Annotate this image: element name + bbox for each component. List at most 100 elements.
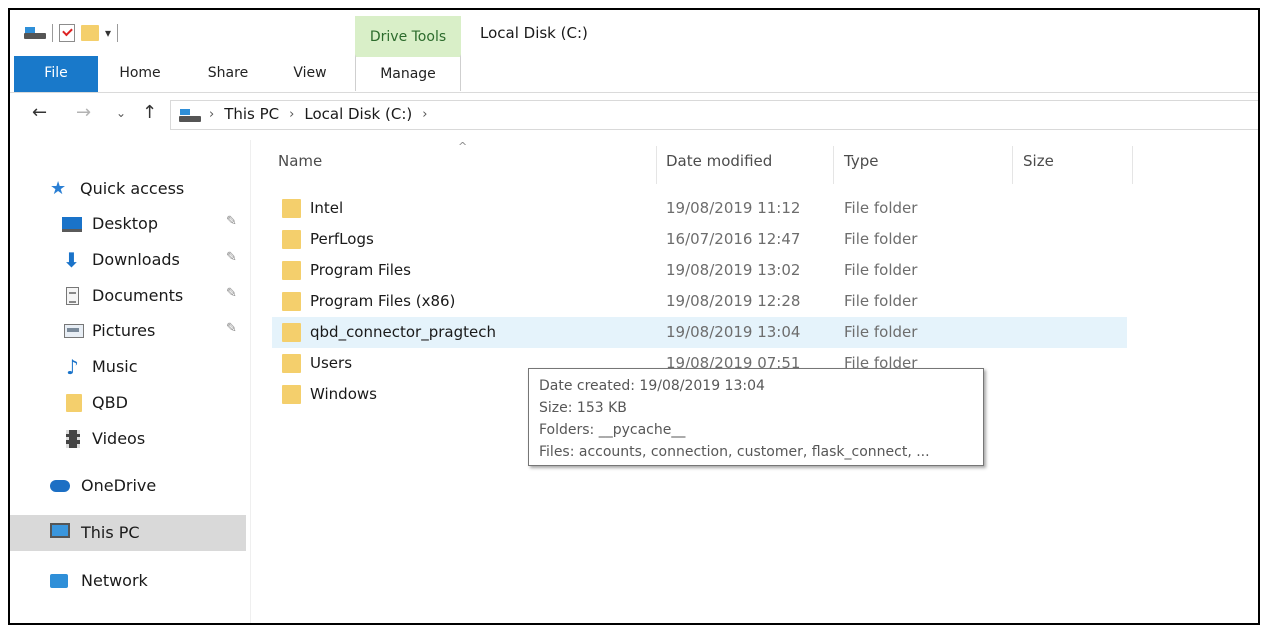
nav-item-documents[interactable]: Documents ✎ [10,280,246,312]
pin-icon[interactable]: ✎ [226,321,237,336]
file-name: Users [310,354,353,372]
tooltip-files: Files: accounts, connection, customer, f… [539,444,930,460]
new-folder-icon[interactable] [81,25,99,41]
nav-item-qbd[interactable]: QBD [10,387,246,419]
ribbon-tabs: File Home Share View Manage [10,54,1258,93]
nav-item-label: This PC [81,523,140,542]
desktop-icon [62,217,82,232]
column-divider[interactable] [1132,146,1133,184]
properties-icon[interactable] [59,24,75,42]
breadcrumb-local-disk[interactable]: Local Disk (C:) [304,105,412,123]
column-divider[interactable] [833,146,834,184]
document-icon [66,287,79,305]
nav-item-label: Videos [92,429,146,448]
file-name: Program Files (x86) [310,292,456,310]
nav-item-videos[interactable]: Videos [10,423,246,455]
file-date: 19/08/2019 11:12 [666,199,801,217]
file-row[interactable]: Intel 19/08/2019 11:12 File folder [272,193,1127,224]
nav-item-label: OneDrive [81,476,157,495]
file-name: Windows [310,385,377,403]
column-header-size[interactable]: Size [1023,152,1054,186]
tab-file[interactable]: File [14,56,98,92]
computer-icon [50,523,70,538]
recent-locations-chevron-icon[interactable]: ⌄ [116,106,126,120]
file-type: File folder [844,261,918,279]
window-title: Local Disk (C:) [480,24,588,42]
nav-item-quick-access[interactable]: ★ Quick access [10,173,246,205]
nav-item-label: Network [81,571,148,590]
download-arrow-icon: ⬇ [63,248,80,272]
file-name: Intel [310,199,344,217]
folder-icon [282,199,301,218]
music-note-icon: ♪ [66,355,79,379]
breadcrumb: › This PC › Local Disk (C:) › [209,105,427,123]
file-row-hovered[interactable]: qbd_connector_pragtech 19/08/2019 13:04 … [272,317,1127,348]
nav-item-label: Documents [92,286,184,305]
column-divider[interactable] [1012,146,1013,184]
column-divider[interactable] [656,146,657,184]
file-name: qbd_connector_pragtech [310,323,496,341]
network-icon [50,574,68,588]
nav-item-label: QBD [92,393,128,412]
nav-item-this-pc[interactable]: This PC [10,515,246,551]
nav-item-pictures[interactable]: Pictures ✎ [10,315,246,347]
file-type: File folder [844,199,918,217]
breadcrumb-separator[interactable]: › [209,107,214,122]
file-row[interactable]: PerfLogs 16/07/2016 12:47 File folder [272,224,1127,255]
address-bar[interactable]: › This PC › Local Disk (C:) › [170,100,1258,130]
tooltip-folders: Folders: __pycache__ [539,422,686,438]
column-header-date-modified[interactable]: Date modified [666,152,772,186]
drive-icon [179,108,201,122]
title-bar: ▾ Drive Tools Local Disk (C:) [10,10,1258,56]
file-type: File folder [844,292,918,310]
column-header-type[interactable]: Type [844,152,878,186]
folder-icon [282,354,301,373]
nav-item-downloads[interactable]: ⬇ Downloads ✎ [10,244,246,276]
tab-manage[interactable]: Manage [355,54,461,91]
nav-item-network[interactable]: Network [10,565,246,597]
file-row[interactable]: Program Files 19/08/2019 13:02 File fold… [272,255,1127,286]
drive-tools-context-label: Drive Tools [355,16,461,56]
back-arrow-icon[interactable]: ← [32,102,47,123]
file-name: Program Files [310,261,411,279]
breadcrumb-separator[interactable]: › [422,107,427,122]
column-header-row: ^ Name Date modified Type Size [272,140,1133,186]
nav-item-desktop[interactable]: Desktop ✎ [10,208,246,240]
star-icon: ★ [50,178,67,199]
nav-item-label: Quick access [80,179,185,198]
folder-icon [282,385,301,404]
file-type: File folder [844,323,918,341]
folder-icon [282,323,301,342]
pin-icon[interactable]: ✎ [226,250,237,265]
folder-icon [282,230,301,249]
folder-icon [66,394,82,412]
quick-access-toolbar: ▾ [24,22,119,44]
nav-item-onedrive[interactable]: OneDrive [10,470,246,502]
tab-home[interactable]: Home [110,56,170,92]
tooltip-size: Size: 153 KB [539,400,627,416]
column-header-name[interactable]: Name [278,152,322,186]
file-date: 19/08/2019 12:28 [666,292,801,310]
toolbar-separator [117,24,119,42]
tooltip-date-created: Date created: 19/08/2019 13:04 [539,378,765,394]
drive-icon[interactable] [24,27,46,39]
pictures-icon [64,324,84,338]
explorer-window: ▾ Drive Tools Local Disk (C:) File Home … [8,8,1260,625]
nav-item-music[interactable]: ♪ Music [10,351,246,383]
up-arrow-icon[interactable]: ↑ [142,102,157,123]
nav-item-label: Desktop [92,214,158,233]
file-date: 19/08/2019 13:02 [666,261,801,279]
file-row[interactable]: Program Files (x86) 19/08/2019 12:28 Fil… [272,286,1127,317]
breadcrumb-this-pc[interactable]: This PC [224,105,279,123]
forward-arrow-icon[interactable]: → [76,102,91,123]
file-date: 19/08/2019 13:04 [666,323,801,341]
customize-dropdown-icon[interactable]: ▾ [105,26,111,40]
tab-view[interactable]: View [285,56,335,92]
navigation-pane: ★ Quick access Desktop ✎ ⬇ Downloads ✎ D… [10,140,251,623]
folder-icon [282,261,301,280]
pin-icon[interactable]: ✎ [226,214,237,229]
sort-ascending-icon: ^ [458,140,468,153]
tab-share[interactable]: Share [200,56,256,92]
pin-icon[interactable]: ✎ [226,286,237,301]
breadcrumb-separator[interactable]: › [289,107,294,122]
